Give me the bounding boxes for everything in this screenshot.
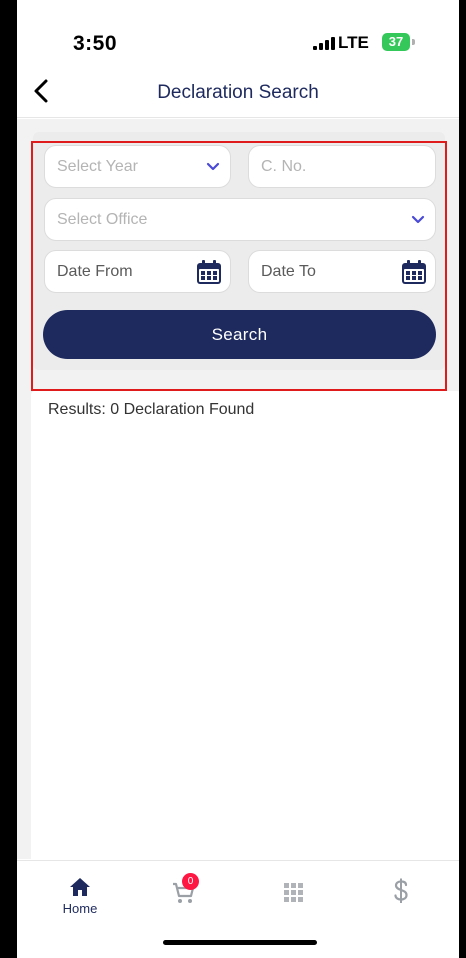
cno-placeholder: C. No. [261, 157, 307, 175]
page-title: Declaration Search [157, 82, 319, 103]
select-year-dropdown[interactable]: Select Year [44, 145, 231, 188]
cart-badge: 0 [182, 873, 199, 890]
home-icon [70, 878, 90, 896]
grid-icon [284, 883, 303, 902]
chevron-down-icon [411, 215, 425, 223]
date-from-input[interactable]: Date From [44, 250, 231, 293]
search-button[interactable]: Search [43, 310, 436, 359]
tab-cart[interactable]: 0 [160, 873, 220, 919]
home-indicator [163, 940, 317, 945]
results-panel: Results: 0 Declaration Found [31, 391, 459, 861]
network-label: LTE [338, 33, 369, 52]
cno-input[interactable]: C. No. [248, 145, 436, 188]
select-office-placeholder: Select Office [57, 210, 148, 228]
status-bar: 3:50 LTE 37 [17, 0, 459, 66]
tab-payments[interactable] [371, 875, 431, 919]
date-to-placeholder: Date To [261, 262, 316, 280]
chevron-down-icon [206, 162, 220, 170]
tab-home[interactable]: Home [50, 875, 110, 919]
dollar-icon [394, 878, 408, 903]
status-time: 3:50 [73, 32, 118, 55]
phone-screen: 3:50 LTE 37 Declaration Search Select Ye… [17, 0, 459, 958]
tab-apps[interactable] [264, 875, 324, 919]
signal-icon [313, 36, 335, 50]
select-year-placeholder: Select Year [57, 157, 138, 175]
results-count: Results: 0 Declaration Found [48, 401, 255, 418]
calendar-icon[interactable] [196, 259, 222, 285]
select-office-dropdown[interactable]: Select Office [44, 198, 436, 241]
header: Declaration Search [17, 66, 459, 118]
battery-nub [412, 39, 415, 45]
calendar-icon[interactable] [401, 259, 427, 285]
date-to-input[interactable]: Date To [248, 250, 436, 293]
battery-icon: 37 [382, 33, 410, 51]
date-from-placeholder: Date From [57, 262, 133, 280]
tab-home-label: Home [62, 901, 98, 916]
